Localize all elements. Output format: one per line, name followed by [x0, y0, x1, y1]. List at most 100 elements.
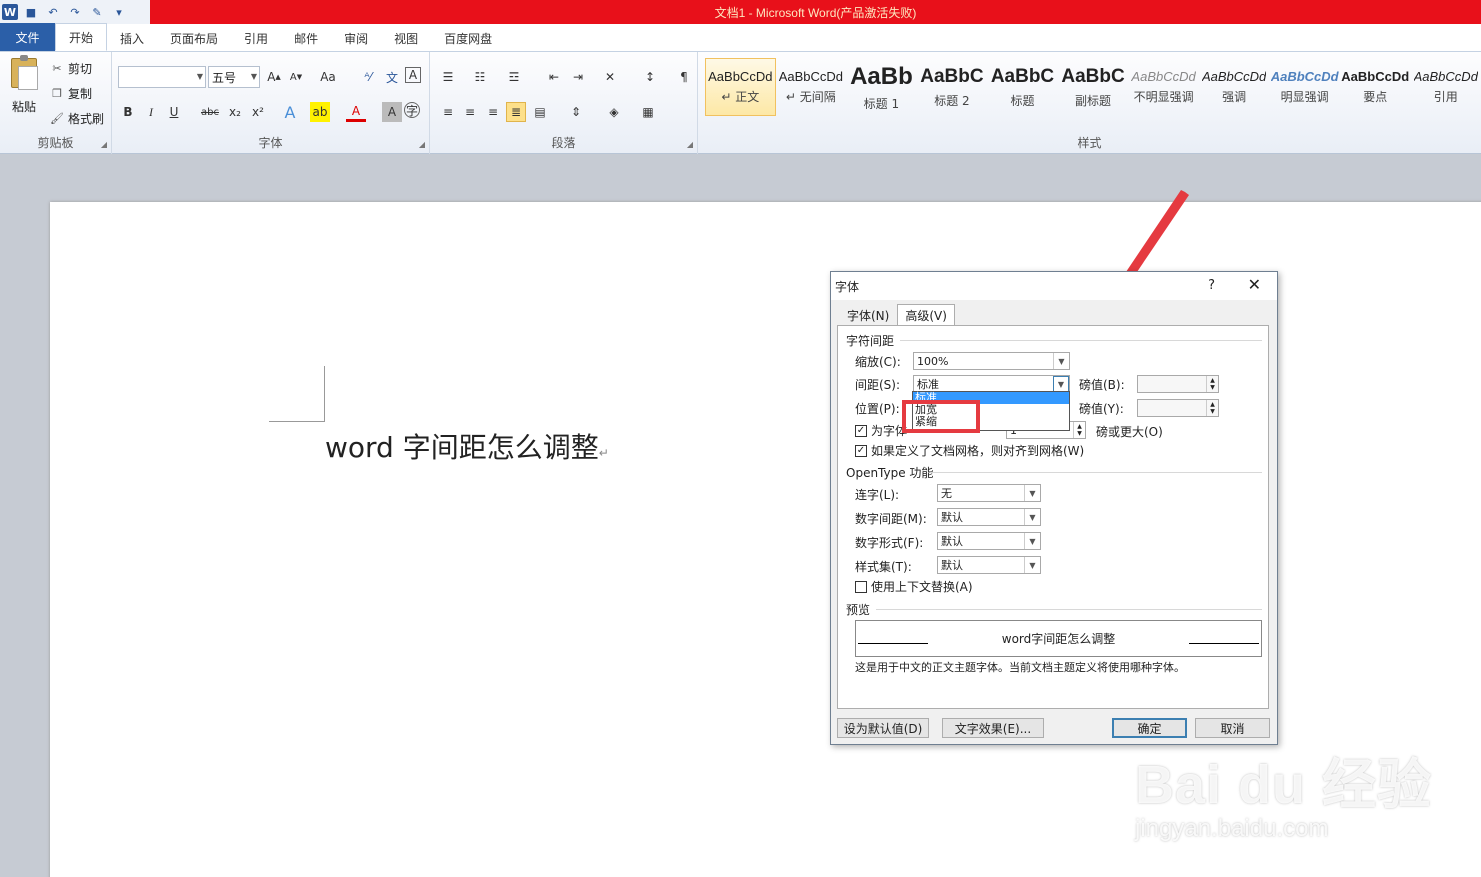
distributed-icon[interactable]: ▤ [530, 102, 550, 122]
sort-icon[interactable]: ↕ [640, 67, 660, 87]
save-icon[interactable]: ■ [22, 3, 40, 21]
chevron-down-icon: ▼ [1024, 485, 1040, 501]
format-painter-button[interactable]: 🖌 格式刷 [50, 108, 104, 128]
show-marks-icon[interactable]: ¶ [674, 67, 694, 87]
styles-gallery: AaBbCcDd ↵ 正文 AaBbCcDd ↵ 无间隔 AaBb 标题 1 AaBb… [705, 58, 1481, 118]
points-y-spinner[interactable]: ▲ ▼ [1137, 399, 1219, 417]
tab-file[interactable]: 文件 [0, 23, 55, 51]
italic-icon[interactable]: I [141, 102, 161, 122]
close-icon[interactable]: ✕ [1248, 275, 1261, 294]
redo-icon[interactable]: ↷ [66, 3, 84, 21]
style-name: 引用 [1433, 90, 1458, 104]
clear-format-icon[interactable]: ᴬ⁄ [358, 67, 378, 87]
preview-box: word字间距怎么调整 [855, 620, 1262, 657]
style-item[interactable]: AaBbC 副标题 [1058, 58, 1129, 116]
character-shading-icon[interactable]: A [382, 102, 402, 122]
scale-combo[interactable]: 100% ▼ [913, 352, 1070, 370]
copy-icon: ❐ [52, 86, 62, 100]
number-spacing-combo[interactable]: 默认 ▼ [937, 508, 1041, 526]
dialog-launcher-icon[interactable]: ◢ [101, 140, 107, 149]
document-text-content: word 字间距怎么调整 [325, 431, 599, 464]
spellcheck-icon[interactable]: ✎ [88, 3, 106, 21]
tab-mailings[interactable]: 邮件 [281, 25, 331, 51]
style-item[interactable]: AaBbC 标题 2 [917, 58, 988, 116]
tab-insert[interactable]: 插入 [107, 25, 157, 51]
highlight-icon[interactable]: ab [310, 102, 330, 122]
chinese-layout-icon[interactable]: ✕ [600, 67, 620, 87]
dialog-launcher-icon[interactable]: ◢ [687, 140, 693, 149]
font-color-icon[interactable]: A [346, 102, 366, 122]
style-item[interactable]: AaBbCcDd 不明显强调 [1128, 58, 1199, 116]
strikethrough-icon[interactable]: abc [200, 102, 220, 122]
font-name-combo[interactable]: ▼ [118, 66, 206, 88]
ligatures-combo[interactable]: 无 ▼ [937, 484, 1041, 502]
phonetic-guide-icon[interactable]: 文 [382, 67, 402, 87]
tab-font[interactable]: 字体(N) [839, 304, 897, 326]
borders-icon[interactable]: ▦ [638, 102, 658, 122]
cancel-button[interactable]: 取消 [1195, 718, 1270, 738]
paste-button[interactable]: 粘贴 [6, 55, 42, 128]
dialog-tabs: 字体(N) 高级(V) [839, 304, 955, 326]
style-item[interactable]: AaBbCcDd 要点 [1340, 58, 1411, 116]
multilevel-list-icon[interactable]: ☲ [504, 67, 524, 87]
character-border-icon[interactable]: A [405, 67, 421, 83]
tab-baidu-netdisk[interactable]: 百度网盘 [431, 25, 505, 51]
subscript-icon[interactable]: x₂ [225, 102, 245, 122]
format-painter-label: 格式刷 [68, 111, 105, 126]
text-effects-button[interactable]: 文字效果(E)... [942, 718, 1044, 738]
set-default-button[interactable]: 设为默认值(D) [837, 718, 929, 738]
undo-icon[interactable]: ↶ [44, 3, 62, 21]
spinner-arrows-icon: ▲ ▼ [1206, 400, 1218, 416]
contextual-alternates-checkbox[interactable]: 使用上下文替换(A) [855, 578, 973, 595]
tab-view[interactable]: 视图 [381, 25, 431, 51]
text-effects-icon[interactable]: A [280, 102, 300, 122]
increase-indent-icon[interactable]: ⇥ [568, 67, 588, 87]
tab-advanced[interactable]: 高级(V) [897, 304, 955, 326]
copy-button[interactable]: ❐ 复制 [50, 83, 92, 103]
style-item[interactable]: AaBbCcDd 强调 [1199, 58, 1270, 116]
tab-review[interactable]: 审阅 [331, 25, 381, 51]
bullets-icon[interactable]: ☰ [438, 67, 458, 87]
grow-font-icon[interactable]: A ▲ [264, 67, 284, 87]
shrink-font-icon[interactable]: A ▼ [286, 67, 306, 87]
change-case-icon[interactable]: Aa [318, 67, 338, 87]
customize-qat-icon[interactable]: ▾ [110, 3, 128, 21]
document-text[interactable]: word 字间距怎么调整↵ [325, 426, 609, 466]
word-logo-icon[interactable]: W [2, 4, 18, 20]
style-item[interactable]: AaBbCcDd ↵ 正文 [705, 58, 776, 116]
superscript-icon[interactable]: x² [248, 102, 268, 122]
enclose-character-icon[interactable]: 字 [404, 102, 420, 118]
cut-button[interactable]: ✂ 剪切 [50, 58, 92, 78]
contextual-alternates-label: 使用上下文替换(A) [871, 580, 973, 594]
stylistic-sets-combo[interactable]: 默认 ▼ [937, 556, 1041, 574]
decrease-indent-icon[interactable]: ⇤ [544, 67, 564, 87]
help-button[interactable]: ? [1208, 278, 1215, 293]
chevron-down-icon[interactable]: ▼ [1053, 376, 1069, 392]
style-item[interactable]: AaBbCcDd 明显强调 [1269, 58, 1340, 116]
style-item[interactable]: AaBb 标题 1 [846, 58, 917, 116]
kerning-checkbox[interactable]: ✓ 为字体 [855, 422, 907, 439]
points-b-spinner[interactable]: ▲ ▼ [1137, 375, 1219, 393]
tab-page-layout[interactable]: 页面布局 [157, 25, 231, 51]
ok-button[interactable]: 确定 [1112, 718, 1187, 738]
paragraph-mark-icon: ↵ [598, 446, 609, 460]
tab-references[interactable]: 引用 [231, 25, 281, 51]
align-right-icon[interactable]: ≡ [483, 102, 503, 122]
align-left-icon[interactable]: ≡ [438, 102, 458, 122]
font-size-combo[interactable]: 五号 ▼ [208, 66, 260, 88]
style-item[interactable]: AaBbCcDd ↵ 无间隔 [776, 58, 847, 116]
spinner-arrows-icon: ▲ ▼ [1073, 422, 1085, 438]
shading-icon[interactable]: ◈ [604, 102, 624, 122]
line-spacing-icon[interactable]: ⇕ [566, 102, 586, 122]
dialog-launcher-icon[interactable]: ◢ [419, 140, 425, 149]
bold-icon[interactable]: B [118, 102, 138, 122]
style-item[interactable]: AaBbCcDd 引用 [1411, 58, 1481, 116]
underline-icon[interactable]: U [164, 102, 184, 122]
numbering-icon[interactable]: ☷ [470, 67, 490, 87]
justify-icon[interactable]: ≣ [506, 102, 526, 122]
style-item[interactable]: AaBbC 标题 [987, 58, 1058, 116]
align-center-icon[interactable]: ≡ [460, 102, 480, 122]
snap-to-grid-checkbox[interactable]: ✓ 如果定义了文档网格，则对齐到网格(W) [855, 442, 1084, 459]
tab-home[interactable]: 开始 [55, 23, 108, 51]
number-forms-combo[interactable]: 默认 ▼ [937, 532, 1041, 550]
